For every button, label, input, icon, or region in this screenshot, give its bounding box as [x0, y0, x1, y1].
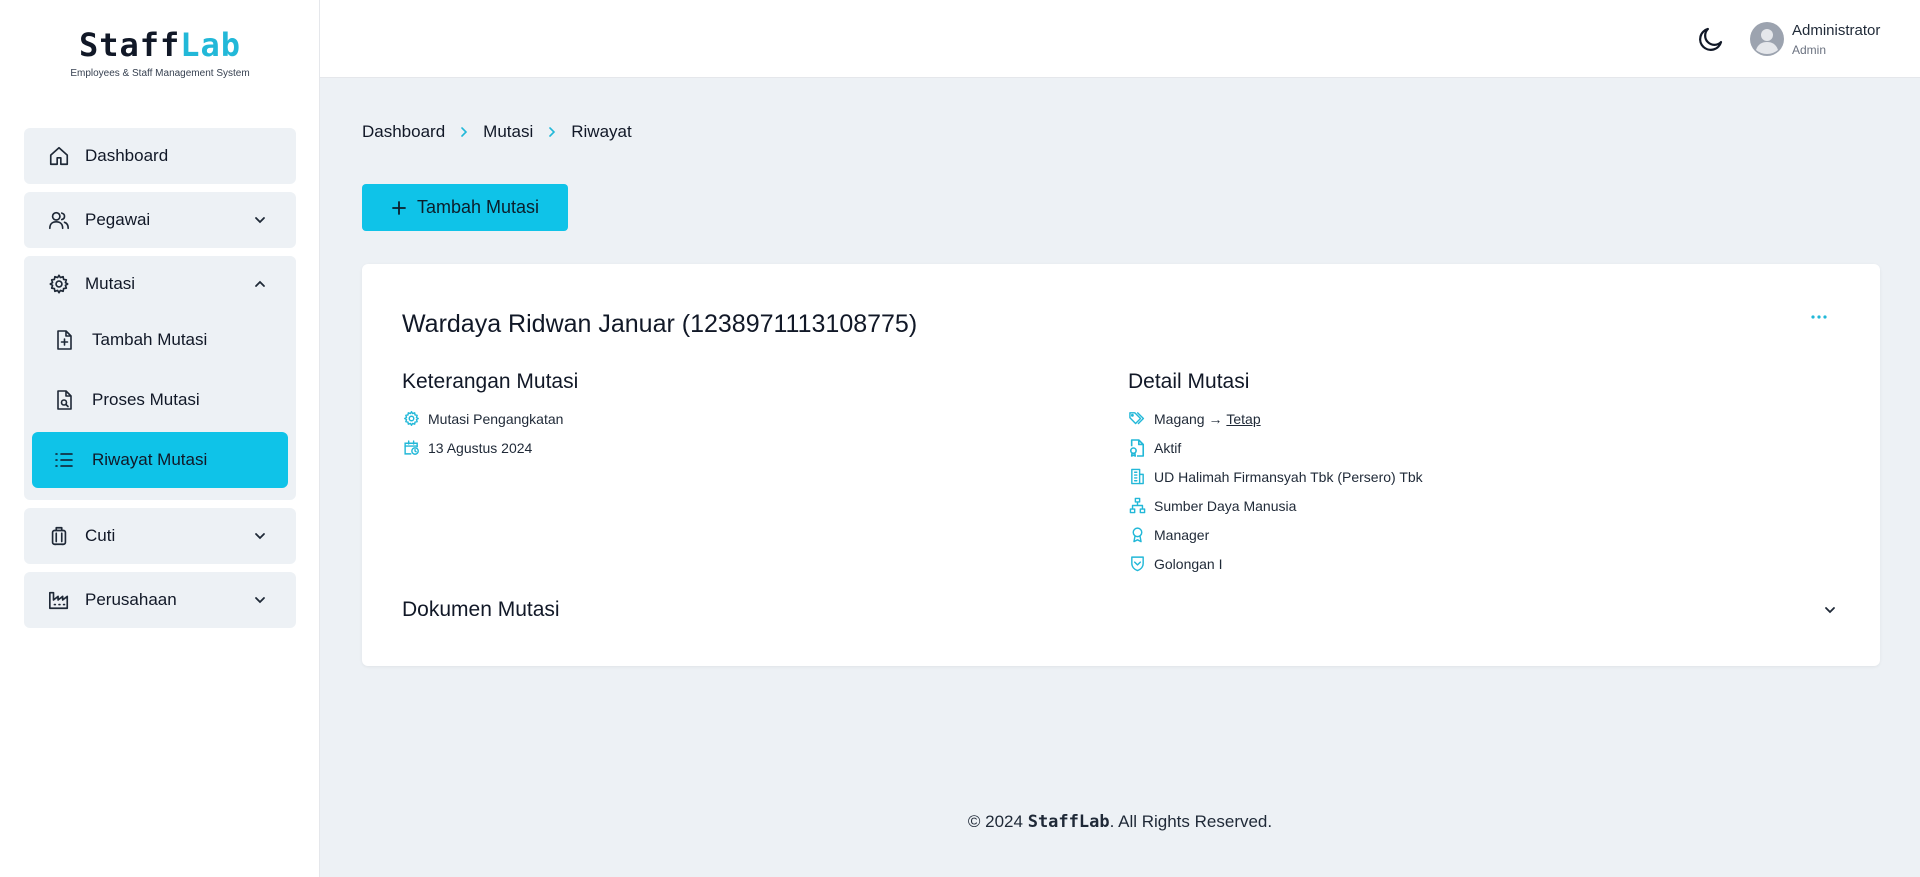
- grade-row: Golongan I: [1128, 549, 1423, 578]
- plus-icon: [391, 200, 407, 216]
- gear-icon: [402, 410, 420, 428]
- add-mutasi-button[interactable]: Tambah Mutasi: [362, 184, 568, 231]
- sidebar-item-dashboard[interactable]: Dashboard: [24, 128, 296, 184]
- sidebar: StaffLab Employees & Staff Management Sy…: [0, 0, 320, 877]
- breadcrumb-dashboard[interactable]: Dashboard: [362, 122, 445, 142]
- chevron-up-icon: [252, 276, 268, 292]
- company-row: UD Halimah Firmansyah Tbk (Persero) Tbk: [1128, 462, 1423, 491]
- employee-title: Wardaya Ridwan Januar (1238971113108775): [402, 310, 918, 338]
- status-change-row: Magang → Tetap: [1128, 404, 1423, 433]
- luggage-icon: [48, 525, 70, 547]
- documents-heading[interactable]: Dokumen Mutasi: [402, 598, 560, 622]
- shield-chevron-icon: [1128, 555, 1146, 573]
- building-icon: [1128, 468, 1146, 486]
- sidebar-item-label: Pegawai: [85, 210, 151, 229]
- position-row: Manager: [1128, 520, 1423, 549]
- file-search-icon: [54, 390, 74, 410]
- factory-icon: [48, 589, 70, 611]
- sidebar-item-label: Tambah Mutasi: [92, 330, 208, 349]
- active-status: Aktif: [1154, 439, 1182, 456]
- breadcrumb-riwayat: Riwayat: [571, 122, 632, 141]
- chevron-down-icon: [252, 592, 268, 608]
- sidebar-nav: Dashboard Pegawai Mutasi Tambah Mutasi P…: [24, 128, 296, 636]
- department-row: Sumber Daya Manusia: [1128, 491, 1423, 520]
- footer-brand: StaffLab: [1027, 812, 1110, 832]
- brand-name: StaffLab: [78, 26, 242, 64]
- grade-name: Golongan I: [1154, 555, 1223, 572]
- footer-copyright: © 2024: [967, 812, 1023, 831]
- user-name[interactable]: Administrator: [1792, 22, 1880, 39]
- active-status-row: Aktif: [1128, 433, 1423, 462]
- user-role: Admin: [1792, 43, 1827, 57]
- theme-toggle-moon-icon[interactable]: [1696, 24, 1726, 54]
- award-icon: [1128, 526, 1146, 544]
- mutasi-type: Mutasi Pengangkatan: [428, 410, 564, 427]
- keterangan-section: Keterangan Mutasi Mutasi Pengangkatan 13…: [402, 370, 578, 462]
- sidebar-item-perusahaan[interactable]: Perusahaan: [24, 572, 296, 628]
- chevron-down-icon: [252, 528, 268, 544]
- status-to-link[interactable]: Tetap: [1226, 411, 1260, 427]
- users-icon: [48, 209, 70, 231]
- company-name: UD Halimah Firmansyah Tbk (Persero) Tbk: [1154, 468, 1423, 485]
- footer: © 2024 StaffLab. All Rights Reserved.: [320, 812, 1920, 832]
- status-from: Magang: [1154, 410, 1205, 427]
- top-header: Administrator Admin: [320, 0, 1920, 78]
- more-options-icon[interactable]: [1810, 314, 1834, 330]
- sidebar-subitem-proses-mutasi[interactable]: Proses Mutasi: [32, 372, 288, 428]
- tags-icon: [1128, 410, 1146, 428]
- position-name: Manager: [1154, 526, 1210, 543]
- mutasi-date: 13 Agustus 2024: [428, 439, 533, 456]
- detail-heading: Detail Mutasi: [1128, 370, 1250, 393]
- arrow-right: →: [1208, 410, 1223, 427]
- sitemap-icon: [1128, 497, 1146, 515]
- gear-icon: [48, 273, 70, 295]
- chevron-down-icon[interactable]: [1822, 602, 1838, 618]
- brand-logo[interactable]: StaffLab Employees & Staff Management Sy…: [0, 26, 320, 79]
- sidebar-item-label: Mutasi: [85, 274, 136, 293]
- sidebar-group-mutasi: Mutasi Tambah Mutasi Proses Mutasi Riway…: [24, 256, 296, 500]
- chevron-right-icon: [547, 126, 557, 138]
- keterangan-heading: Keterangan Mutasi: [402, 370, 579, 393]
- avatar[interactable]: [1750, 22, 1784, 56]
- mutasi-date-row: 13 Agustus 2024: [402, 433, 578, 462]
- sidebar-item-label: Dashboard: [85, 146, 169, 165]
- mutasi-type-row: Mutasi Pengangkatan: [402, 404, 578, 433]
- sidebar-item-label: Perusahaan: [85, 590, 177, 609]
- sidebar-item-mutasi[interactable]: Mutasi: [24, 256, 296, 312]
- breadcrumb-mutasi[interactable]: Mutasi: [483, 122, 533, 142]
- add-mutasi-label: Tambah Mutasi: [416, 197, 540, 217]
- sidebar-item-cuti[interactable]: Cuti: [24, 508, 296, 564]
- list-icon: [54, 450, 74, 470]
- department-name: Sumber Daya Manusia: [1154, 497, 1297, 514]
- sidebar-item-label: Proses Mutasi: [92, 390, 200, 409]
- file-plus-icon: [54, 330, 74, 350]
- home-icon: [48, 145, 70, 167]
- brand-tagline: Employees & Staff Management System: [70, 68, 250, 79]
- calendar-clock-icon: [402, 439, 420, 457]
- footer-rights: . All Rights Reserved.: [1109, 812, 1273, 831]
- file-badge-icon: [1128, 438, 1146, 457]
- sidebar-subitem-tambah-mutasi[interactable]: Tambah Mutasi: [32, 312, 288, 368]
- sidebar-subitem-riwayat-mutasi[interactable]: Riwayat Mutasi: [32, 432, 288, 488]
- sidebar-item-label: Riwayat Mutasi: [92, 450, 208, 469]
- mutasi-history-card: Wardaya Ridwan Januar (1238971113108775)…: [362, 264, 1880, 666]
- chevron-right-icon: [459, 126, 469, 138]
- breadcrumb: Dashboard Mutasi Riwayat: [362, 122, 632, 142]
- sidebar-item-pegawai[interactable]: Pegawai: [24, 192, 296, 248]
- detail-section: Detail Mutasi Magang → Tetap Aktif UD Ha…: [1128, 370, 1423, 578]
- sidebar-item-label: Cuti: [85, 526, 116, 545]
- chevron-down-icon: [252, 212, 268, 228]
